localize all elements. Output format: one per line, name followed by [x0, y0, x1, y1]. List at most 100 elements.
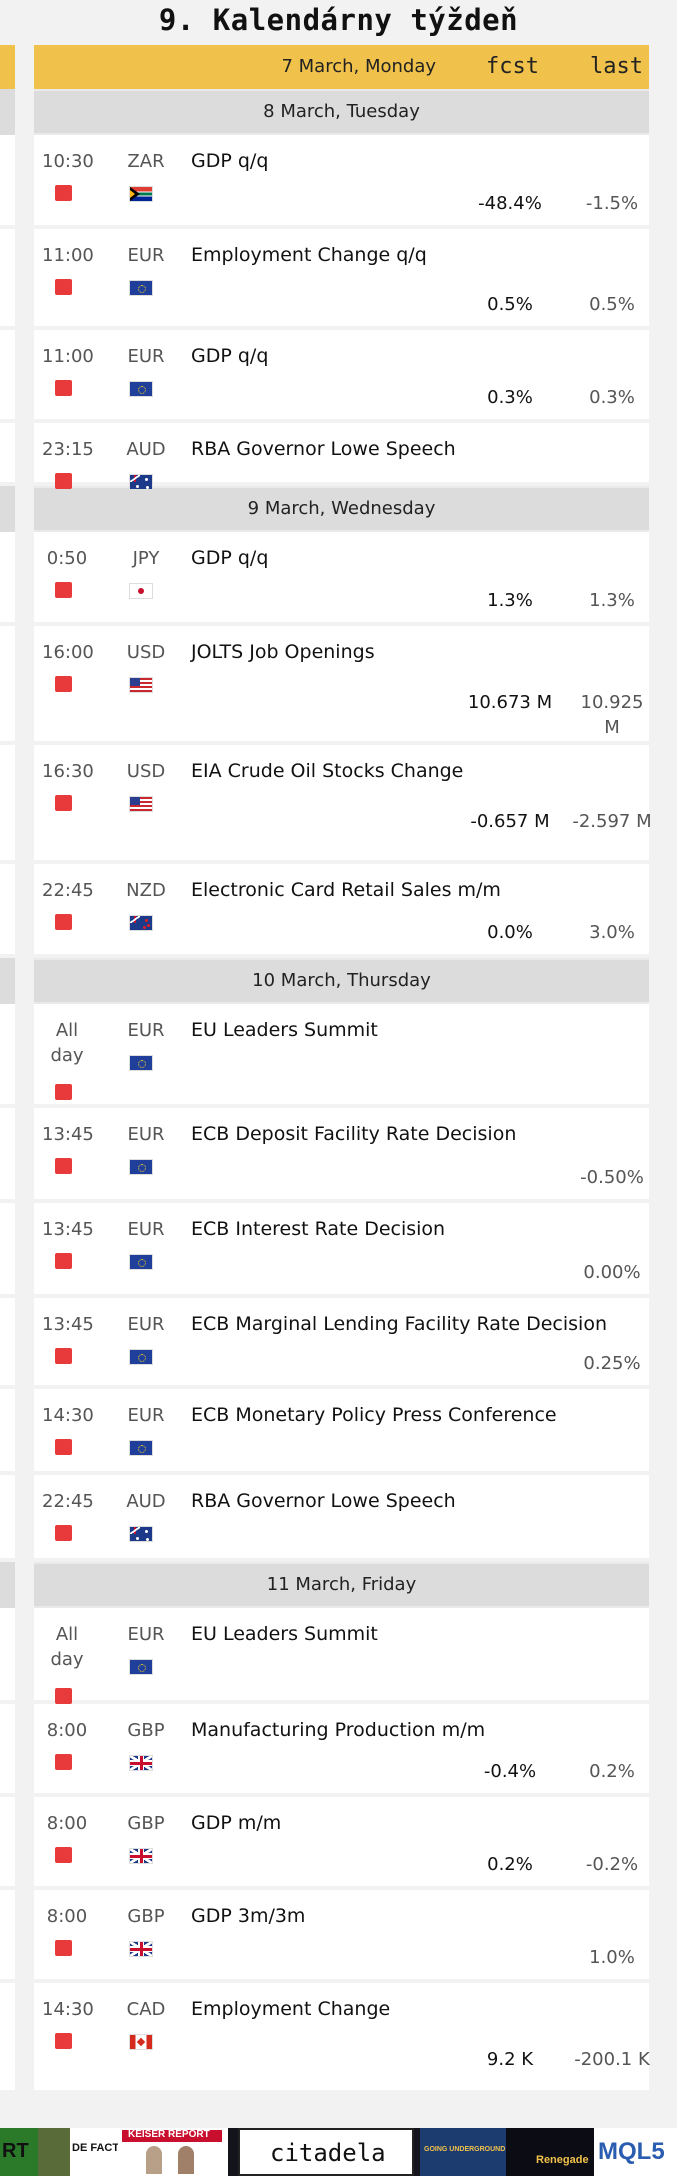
event-time: 22:45: [42, 1491, 94, 1512]
left-strip: [0, 1890, 15, 1979]
importance-high-icon: [55, 185, 72, 201]
event-row[interactable]: 22:45 NZD Electronic Card Retail Sales m/m…: [34, 864, 649, 958]
gbp-flag-icon: [129, 1848, 153, 1864]
nzd-flag-icon: [129, 915, 153, 931]
event-last: 0.5%: [589, 294, 635, 315]
event-name[interactable]: Electronic Card Retail Sales m/m: [191, 878, 501, 903]
event-name[interactable]: ECB Interest Rate Decision: [191, 1217, 445, 1242]
day-header: 10 March, Thursday: [34, 958, 649, 1004]
event-last: -1.5%: [585, 193, 639, 214]
day-header: 9 March, Wednesday: [34, 486, 649, 532]
eur-flag-icon: [129, 381, 153, 397]
event-time: 11:00: [42, 346, 94, 367]
importance-high-icon: [55, 1688, 72, 1704]
event-name[interactable]: GDP q/q: [191, 546, 268, 571]
event-row[interactable]: 13:45 EUR ECB Marginal Lending Facility Ra…: [34, 1298, 649, 1389]
calendar-header-bar: 7 March, Monday fcst last: [34, 45, 649, 89]
event-forecast: 0.0%: [487, 922, 533, 943]
page-title: 9. Kalendárny týždeň: [158, 3, 519, 37]
left-strip: [0, 1389, 15, 1471]
event-row[interactable]: 8:00 GBP GDP 3m/3m 1.0%: [34, 1890, 649, 1983]
event-forecast: -0.4%: [483, 1761, 537, 1782]
day-header: 11 March, Friday: [34, 1562, 649, 1608]
event-name[interactable]: JOLTS Job Openings: [191, 640, 375, 665]
calendar-list: 8 March, Tuesday 10:30 ZAR GDP q/q -48.4% -1.…: [34, 89, 652, 2094]
event-forecast: 0.2%: [487, 1854, 533, 1875]
event-last: 3.0%: [589, 922, 635, 943]
renegade-logo-icon[interactable]: Renegade: [506, 2128, 594, 2176]
event-name[interactable]: RBA Governor Lowe Speech: [191, 437, 456, 462]
event-time: 8:00: [46, 1906, 88, 1927]
event-name[interactable]: EIA Crude Oil Stocks Change: [191, 759, 463, 784]
event-name[interactable]: GDP 3m/3m: [191, 1904, 305, 1929]
event-row[interactable]: 16:00 USD JOLTS Job Openings 10.673 M 10.925…: [34, 626, 649, 745]
event-name[interactable]: ECB Deposit Facility Rate Decision: [191, 1122, 516, 1147]
event-row[interactable]: 13:45 EUR ECB Interest Rate Decision 0.00%: [34, 1203, 649, 1298]
event-forecast: 10.673 M: [467, 692, 553, 713]
event-name[interactable]: ECB Marginal Lending Facility Rate Decis…: [191, 1312, 607, 1337]
event-currency: AUD: [126, 1491, 166, 1512]
going-underground-logo-icon[interactable]: GOING UNDERGROUND: [420, 2128, 506, 2176]
event-currency: GBP: [127, 1813, 165, 1834]
event-last: 10.925 M: [580, 692, 644, 738]
defacto-logo-icon[interactable]: DE FACTO: [70, 2128, 118, 2176]
left-strip: [0, 532, 15, 622]
event-name[interactable]: Manufacturing Production m/m: [191, 1718, 485, 1743]
importance-high-icon: [55, 2033, 72, 2049]
keiser-report-logo-icon[interactable]: KEISER REPORT: [118, 2128, 228, 2176]
event-time: 16:30: [42, 761, 94, 782]
citadela-logo-icon[interactable]: citadela: [238, 2128, 414, 2176]
left-strip: [0, 745, 15, 860]
eur-flag-icon: [129, 280, 153, 296]
usd-flag-icon: [129, 796, 153, 812]
event-row[interactable]: 14:30 EUR ECB Monetary Policy Press Confer…: [34, 1389, 649, 1475]
event-row[interactable]: 10:30 ZAR GDP q/q -48.4% -1.5%: [34, 135, 649, 229]
event-name[interactable]: ECB Monetary Policy Press Conference: [191, 1403, 557, 1428]
event-name[interactable]: Employment Change q/q: [191, 243, 427, 268]
event-row[interactable]: 23:15 AUD RBA Governor Lowe Speech: [34, 423, 649, 490]
importance-high-icon: [55, 1754, 72, 1770]
eur-flag-icon: [129, 1349, 153, 1365]
importance-high-icon: [55, 676, 72, 692]
left-strip: [0, 1608, 15, 1700]
rt-logo-icon[interactable]: RT: [0, 2128, 38, 2176]
event-currency: EUR: [127, 1405, 165, 1426]
event-name[interactable]: Employment Change: [191, 1997, 390, 2022]
zar-flag-icon: [129, 186, 153, 202]
event-currency: EUR: [127, 1124, 165, 1145]
event-row[interactable]: All day EUR EU Leaders Summit: [34, 1608, 649, 1704]
event-name[interactable]: GDP q/q: [191, 149, 268, 174]
event-last: -0.2%: [585, 1854, 639, 1875]
event-name[interactable]: GDP m/m: [191, 1811, 281, 1836]
event-time: 8:00: [46, 1813, 88, 1834]
event-row[interactable]: 22:45 AUD RBA Governor Lowe Speech: [34, 1475, 649, 1562]
event-row[interactable]: 0:50 JPY GDP q/q 1.3% 1.3%: [34, 532, 649, 626]
event-time: All day: [50, 1020, 84, 1066]
event-row[interactable]: 8:00 GBP GDP m/m 0.2% -0.2%: [34, 1797, 649, 1890]
event-time: 14:30: [42, 1999, 94, 2020]
event-row[interactable]: 11:00 EUR GDP q/q 0.3% 0.3%: [34, 330, 649, 423]
event-name[interactable]: EU Leaders Summit: [191, 1018, 378, 1043]
event-last: -2.597 M: [572, 811, 652, 832]
event-row[interactable]: 14:30 CAD Employment Change 9.2 K -200.1 K: [34, 1983, 650, 2094]
importance-high-icon: [55, 1847, 72, 1863]
left-strip: [0, 1562, 15, 1608]
event-name[interactable]: RBA Governor Lowe Speech: [191, 1489, 456, 1514]
event-name[interactable]: EU Leaders Summit: [191, 1622, 378, 1647]
importance-high-icon: [55, 1439, 72, 1455]
event-row[interactable]: 8:00 GBP Manufacturing Production m/m -0.4%…: [34, 1704, 649, 1797]
event-row[interactable]: 13:45 EUR ECB Deposit Facility Rate Decisi…: [34, 1108, 649, 1203]
event-row[interactable]: All day EUR EU Leaders Summit: [34, 1004, 649, 1108]
event-last: 1.3%: [589, 590, 635, 611]
event-row[interactable]: 16:30 USD EIA Crude Oil Stocks Change -0.65…: [34, 745, 652, 864]
event-time: 14:30: [42, 1405, 94, 1426]
importance-high-icon: [55, 279, 72, 295]
event-name[interactable]: GDP q/q: [191, 344, 268, 369]
event-row[interactable]: 11:00 EUR Employment Change q/q 0.5% 0.5%: [34, 229, 649, 330]
left-strip: [0, 626, 15, 741]
importance-high-icon: [55, 795, 72, 811]
gbp-flag-icon: [129, 1755, 153, 1771]
importance-high-icon: [55, 1084, 72, 1100]
footer-ad-banner[interactable]: RT DE FACTO KEISER REPORT citadela GOING…: [0, 2128, 677, 2176]
mql5-logo-icon[interactable]: MQL5: [594, 2128, 677, 2176]
